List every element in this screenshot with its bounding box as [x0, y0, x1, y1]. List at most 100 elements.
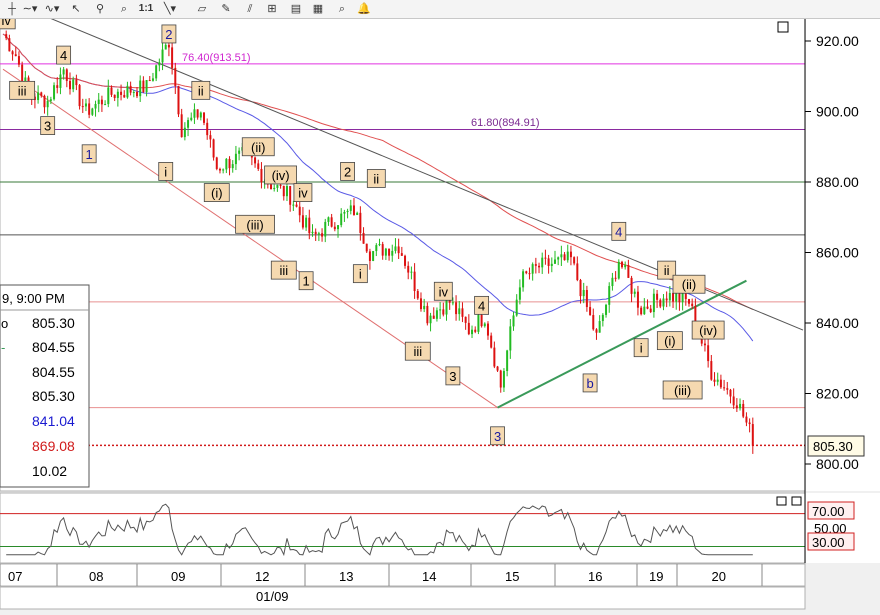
candle-body — [212, 139, 215, 158]
time-label: 08 — [89, 569, 103, 584]
eraser-icon[interactable]: ▱ — [194, 1, 210, 17]
candle-body — [528, 273, 531, 275]
candle-body — [502, 370, 505, 388]
toolbar: ┼ ∼▾ ∿▾ ↖ ⚲ ⌕ 1:1 ╲▾ ▱ ✎ ⫽ ⊞ ▤ ▦ ⌕ 🔔 — [0, 0, 880, 19]
candle-body — [171, 47, 174, 68]
wave-label: 3 — [494, 429, 501, 444]
candle-body — [88, 103, 91, 115]
candle-body — [569, 251, 572, 258]
zoom-button[interactable]: ⌕ — [116, 1, 132, 17]
candle-body — [582, 289, 585, 297]
candle-body — [145, 80, 148, 93]
wave-label: (iii) — [674, 383, 691, 398]
data-window-key-0: o — [1, 316, 8, 331]
candle-body — [617, 261, 620, 279]
wave-label: ii — [198, 83, 204, 98]
candle-body — [723, 387, 726, 389]
chart-canvas: iv42iii ii31 (ii)i (iv)(i) iv2 ii(iii)iii1 iiv… — [0, 0, 880, 610]
drawing-tools-icon[interactable]: ∿▾ — [44, 1, 60, 17]
price-tick-label: 900.00 — [816, 104, 859, 120]
templates-icon[interactable]: ▦ — [310, 1, 326, 17]
candle-body — [365, 243, 368, 252]
time-label: 12 — [255, 569, 269, 584]
rsi-70-label: 70.00 — [812, 504, 845, 519]
candle-body — [611, 277, 614, 287]
candle-body — [432, 315, 435, 319]
wave-label: iv — [298, 186, 308, 201]
candle-body — [378, 244, 381, 246]
wave-label: b — [586, 376, 593, 391]
trendline-icon[interactable]: ╲▾ — [162, 1, 178, 17]
zoom-icon[interactable]: ⚲ — [92, 1, 108, 17]
candle-body — [553, 259, 556, 264]
one-to-one-button[interactable]: 1:1 — [138, 1, 154, 17]
collapse-price-panel-button[interactable] — [776, 496, 787, 506]
candle-body — [589, 307, 592, 316]
candle-body — [273, 187, 276, 190]
candle-body — [301, 215, 304, 228]
candle-body — [113, 94, 116, 98]
data-window-ma-fast: 841.04 — [32, 413, 75, 429]
candle-body — [471, 329, 474, 335]
candle-body — [289, 186, 292, 205]
pointer-icon[interactable]: ↖ — [68, 1, 84, 17]
candle-body — [362, 232, 365, 244]
close-rsi-panel-button[interactable] — [791, 496, 802, 506]
wave-label: 2 — [165, 27, 172, 42]
price-tick-label: 840.00 — [816, 315, 859, 331]
candle-body — [49, 99, 52, 101]
candle-body — [633, 291, 636, 294]
wave-label: 3 — [44, 119, 51, 134]
candle-body — [573, 257, 576, 264]
candle-body — [104, 104, 107, 106]
crosshair-icon[interactable]: ┼ — [4, 1, 20, 17]
data-window: 9, 9:00 PM o - 805.30 804.55 804.55 805.… — [0, 284, 90, 488]
candle-body — [14, 54, 17, 57]
data-window-ma-slow: 869.08 — [32, 438, 75, 454]
candle-body — [413, 271, 416, 292]
candle-body — [126, 85, 129, 98]
candle-body — [547, 258, 550, 266]
candle-body — [305, 217, 308, 228]
candle-body — [643, 306, 646, 315]
candle-body — [21, 64, 24, 82]
candle-body — [534, 264, 537, 266]
candle-body — [368, 251, 371, 261]
time-label: 09 — [171, 569, 185, 584]
wave-label: 4 — [60, 48, 67, 63]
wave-label: 4 — [615, 224, 622, 239]
wave-label: (iv) — [272, 168, 290, 183]
candle-body — [337, 225, 340, 230]
candle-body — [735, 405, 738, 409]
data-window-key-1: - — [1, 340, 5, 355]
candle-body — [445, 299, 448, 315]
price-tick-label: 920.00 — [816, 33, 859, 49]
price-tick-label: 860.00 — [816, 245, 859, 261]
candle-body — [215, 157, 218, 169]
alert-icon[interactable]: 🔔 — [356, 1, 372, 17]
indicator-icon[interactable]: ∼▾ — [22, 1, 38, 17]
wave-label: 1 — [86, 147, 93, 162]
candle-body — [330, 217, 333, 227]
candle-body — [155, 65, 158, 79]
maximize-panel-button[interactable] — [777, 21, 789, 33]
candle-body — [62, 69, 65, 75]
candle-body — [391, 250, 394, 256]
find-icon[interactable]: ⌕ — [334, 1, 350, 17]
candle-body — [458, 308, 461, 315]
fibonacci-icon[interactable]: ⫽ — [242, 1, 258, 17]
candle-body — [687, 299, 690, 304]
wave-label: iii — [279, 263, 288, 278]
candle-body — [486, 323, 489, 336]
layers-icon[interactable]: ▤ — [288, 1, 304, 17]
candle-body — [490, 335, 493, 348]
candle-body — [53, 85, 56, 100]
candle-body — [400, 253, 403, 256]
properties-icon[interactable]: ⊞ — [264, 1, 280, 17]
wave-label: iii — [18, 83, 27, 98]
candle-body — [65, 69, 68, 81]
candle-body — [579, 279, 582, 297]
pencil-icon[interactable]: ✎ — [218, 1, 234, 17]
candle-body — [662, 298, 665, 307]
candle-body — [59, 74, 62, 88]
